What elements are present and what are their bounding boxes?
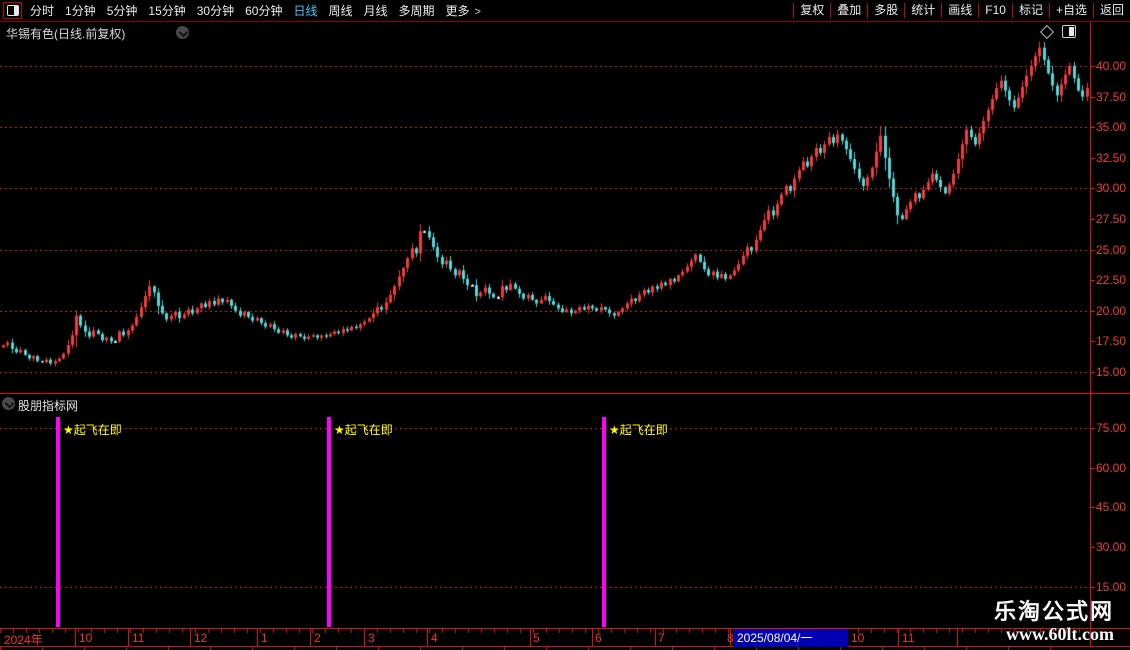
indicator-title: 股朋指标网 [18,399,79,413]
selected-date-box: 2025/08/04/一 [734,629,848,647]
axis-border-vertical [1090,22,1091,646]
month-separator [364,629,365,646]
month-separator [655,629,656,646]
indicator-gridline [0,428,1090,429]
month-separator [257,629,258,646]
period-toolbar: 分时 1分钟 5分钟 15分钟 30分钟 60分钟 日线 周线 月线 多周期 更多 > [0,2,481,20]
toolbar-button[interactable]: 叠加 [830,3,867,18]
period-tab[interactable]: 15分钟 [148,4,185,18]
period-tab[interactable]: 更多 [446,4,470,18]
toolbar-button[interactable]: +自选 [1048,3,1093,18]
period-tabs: 分时 1分钟 5分钟 15分钟 30分钟 60分钟 日线 周线 月线 多周期 更多 > [30,2,481,20]
period-tab[interactable]: 多周期 [399,4,435,18]
indicator-axis-tick [1090,468,1095,469]
month-separator [190,629,191,646]
chevron-down-icon[interactable] [2,397,15,410]
indicator-axis-label: 60.00 [1096,461,1127,475]
watermark-title: 乐淘公式网 [993,599,1114,624]
toolbar-button[interactable]: F10 [978,3,1012,18]
toolbar-button[interactable]: 标记 [1011,3,1049,18]
month-label: 12 [194,631,208,645]
layout-button[interactable] [3,2,22,19]
toolbar-right-buttons: 复权 叠加 多股 统计 画线 F10 标记 +自选 返回 [793,0,1130,21]
split-view-icon [6,5,19,16]
candlestick-canvas[interactable] [0,42,1090,392]
period-tab[interactable]: 月线 [364,4,388,18]
month-separator [75,629,76,646]
watermark-url: www.60lt.com [1006,624,1114,644]
month-separator [310,629,311,646]
month-label: 5 [533,631,540,645]
period-tab[interactable]: 30分钟 [197,4,234,18]
month-label: 1 [261,631,268,645]
month-label: 2024年 [4,633,43,647]
top-toolbar: 分时 1分钟 5分钟 15分钟 30分钟 60分钟 日线 周线 月线 多周期 更多 > 复权 叠加 多股统… [0,0,1130,22]
price-axis-label: 35.00 [1096,120,1127,134]
price-axis-label: 27.50 [1096,212,1127,226]
indicator-gridline [0,587,1090,588]
indicator-axis-label: 75.00 [1096,421,1127,435]
month-label: 4 [431,631,438,645]
signal-line [327,417,331,627]
month-separator [592,629,593,646]
month-label: 10 [851,631,865,645]
month-label: 2 [314,631,321,645]
price-axis-label: 32.50 [1096,151,1127,165]
indicator-axis-label: 15.00 [1096,580,1127,594]
toolbar-button[interactable]: 画线 [941,3,978,18]
signal-label: ★起飞在即 [609,423,668,437]
toolbar-button[interactable]: 多股 [867,3,904,18]
month-label: 6 [595,631,602,645]
price-axis-label: 25.00 [1096,243,1127,257]
panel-icon[interactable] [1062,25,1076,38]
panel-divider[interactable] [0,393,1130,394]
toolbar-button[interactable]: 统计 [904,3,941,18]
indicator-axis-tick [1090,507,1095,508]
period-tab[interactable]: 1分钟 [65,4,96,18]
period-tab[interactable]: 日线 [293,4,317,18]
month-separator [957,629,958,646]
watermark: 乐淘公式网 www.60lt.com [993,599,1114,645]
period-tab[interactable]: 5分钟 [107,4,138,18]
month-label: 3 [368,631,375,645]
month-label: 11 [132,631,145,645]
indicator-axis-tick [1090,547,1095,548]
month-label: 11 [902,631,915,645]
price-axis-label: 40.00 [1096,59,1127,73]
signal-line [56,417,60,627]
month-label: 8 [727,631,734,645]
price-axis-label: 20.00 [1096,304,1127,318]
chart-title: 华锡有色(日线.前复权) [6,27,126,41]
month-label: 7 [658,631,665,645]
toolbar-button[interactable]: 复权 [793,3,830,18]
more-arrow-icon: > [474,5,481,18]
price-axis-label: 30.00 [1096,181,1127,195]
signal-label: ★起飞在即 [334,423,393,437]
toolbar-button[interactable]: 返回 [1092,3,1130,18]
month-label: 10 [79,631,93,645]
price-axis-label: 37.50 [1096,90,1127,104]
month-separator [898,629,899,646]
period-tab[interactable]: 分时 [30,4,54,18]
price-axis-label: 17.50 [1096,334,1127,348]
signal-label: ★起飞在即 [63,423,122,437]
indicator-axis-tick [1090,428,1095,429]
indicator-axis-tick [1090,587,1095,588]
signal-line [602,417,606,627]
chevron-down-icon[interactable] [176,26,189,39]
diamond-icon[interactable] [1039,24,1055,40]
indicator-axis-label: 45.00 [1096,500,1127,514]
month-separator [427,629,428,646]
app-window: 分时 1分钟 5分钟 15分钟 30分钟 60分钟 日线 周线 月线 多周期 更多 > 复权 叠加 多股统… [0,0,1130,650]
price-axis-label: 22.50 [1096,273,1127,287]
time-axis-ticks [0,629,1090,633]
period-tab[interactable]: 60分钟 [245,4,282,18]
month-separator [530,629,531,646]
period-tab[interactable]: 周线 [328,4,352,18]
price-axis-label: 15.00 [1096,365,1127,379]
indicator-axis-label: 30.00 [1096,540,1127,554]
month-separator [128,629,129,646]
